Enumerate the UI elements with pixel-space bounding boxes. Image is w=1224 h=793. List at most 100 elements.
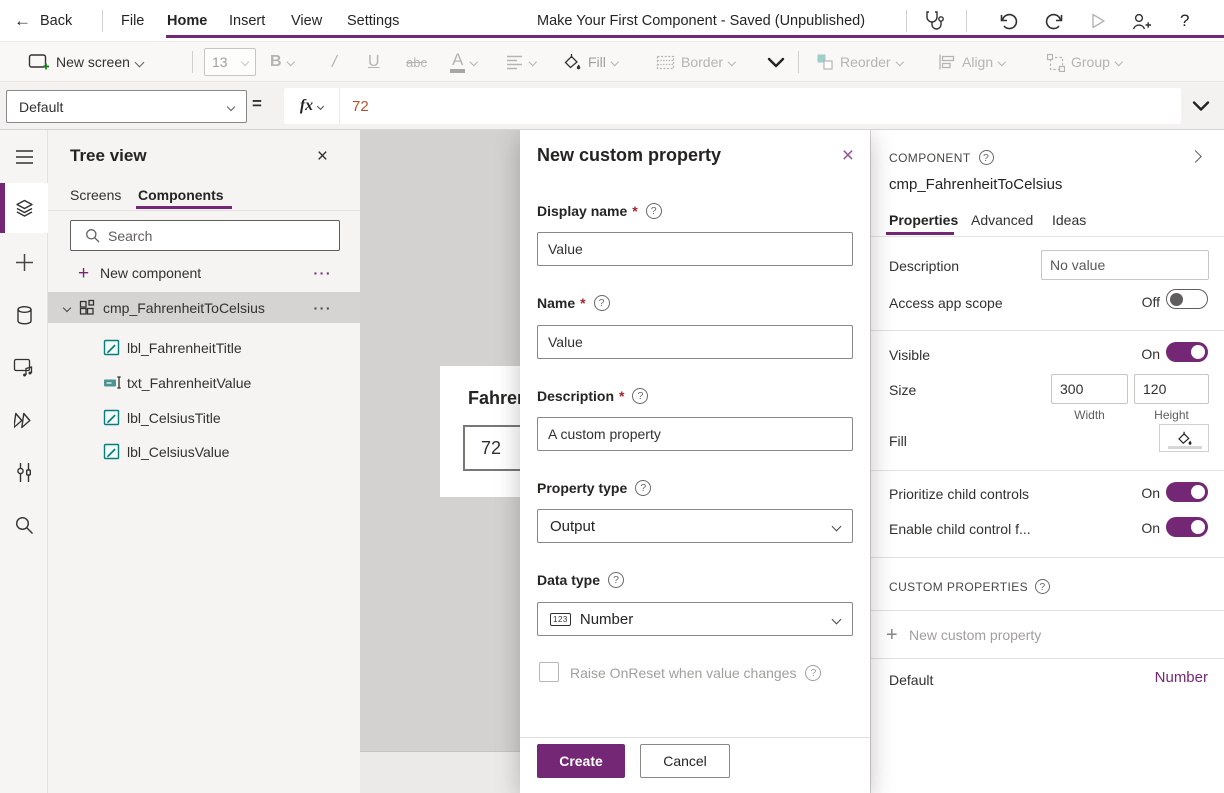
help-icon[interactable]: ? xyxy=(979,150,994,165)
expand-formula-bar-button[interactable] xyxy=(1190,99,1212,113)
default-property-value-link[interactable]: Number xyxy=(1155,669,1208,686)
align-objects-icon xyxy=(938,53,956,71)
create-button[interactable]: Create xyxy=(537,744,625,778)
new-component-row[interactable]: + New component ··· xyxy=(48,258,360,288)
raise-onreset-checkbox[interactable] xyxy=(539,662,559,682)
tree-item-label: cmp_FahrenheitToCelsius xyxy=(103,300,265,316)
tree-item-label-control[interactable]: lbl_CelsiusValue xyxy=(48,434,360,469)
height-input[interactable] xyxy=(1134,374,1209,404)
divider xyxy=(520,737,870,738)
chevron-down-icon xyxy=(470,58,478,66)
cancel-button[interactable]: Cancel xyxy=(640,744,730,778)
reorder-label: Reorder xyxy=(840,54,891,70)
fill-color-button[interactable] xyxy=(1159,424,1209,452)
tree-item-label: lbl_CelsiusValue xyxy=(127,444,229,460)
fx-dropdown[interactable]: fx xyxy=(284,88,340,124)
power-automate-rail-button[interactable] xyxy=(0,398,48,442)
divider xyxy=(871,470,1224,471)
data-type-select[interactable]: 123 Number xyxy=(537,602,853,636)
tree-item-label: lbl_CelsiusTitle xyxy=(127,410,221,426)
toolbar-overflow-button[interactable] xyxy=(766,42,786,82)
enable-child-control-label: Enable child control f... xyxy=(889,521,1031,537)
property-type-select[interactable]: Output xyxy=(537,509,853,543)
help-icon[interactable]: ? xyxy=(635,480,651,496)
redo-button[interactable] xyxy=(1044,0,1065,42)
label-control-icon xyxy=(103,443,120,460)
new-screen-icon xyxy=(28,52,50,72)
close-icon[interactable]: × xyxy=(317,147,328,166)
menu-settings[interactable]: Settings xyxy=(334,0,412,42)
component-section-label: COMPONENT xyxy=(889,151,971,165)
menu-insert[interactable]: Insert xyxy=(216,0,278,42)
name-input[interactable] xyxy=(537,325,853,359)
undo-button[interactable] xyxy=(998,0,1019,42)
tree-item-component[interactable]: cmp_FahrenheitToCelsius ··· xyxy=(48,292,360,323)
access-app-scope-toggle[interactable] xyxy=(1166,289,1208,309)
data-rail-button[interactable] xyxy=(0,293,48,337)
share-button[interactable] xyxy=(1130,0,1153,42)
chevron-down-icon[interactable] xyxy=(63,303,71,311)
prioritize-child-controls-toggle[interactable] xyxy=(1166,482,1208,502)
collapse-panel-icon[interactable] xyxy=(1189,150,1202,163)
redo-icon xyxy=(1044,11,1065,32)
new-screen-button[interactable]: New screen xyxy=(28,42,143,82)
close-icon[interactable]: × xyxy=(842,145,854,166)
search-input[interactable] xyxy=(108,228,339,244)
font-size-combo[interactable]: 13 xyxy=(204,42,256,82)
reorder-button[interactable]: Reorder xyxy=(816,42,902,82)
tab-ideas[interactable]: Ideas xyxy=(1052,212,1086,228)
more-options-icon[interactable]: ··· xyxy=(314,300,333,316)
property-selector[interactable]: Default xyxy=(6,90,247,123)
description-input[interactable] xyxy=(537,417,853,451)
visible-toggle[interactable] xyxy=(1166,342,1208,362)
tree-item-label-control[interactable]: lbl_CelsiusTitle xyxy=(48,400,360,435)
font-color-button[interactable]: A xyxy=(450,42,477,82)
display-name-input[interactable] xyxy=(537,232,853,266)
more-options-icon[interactable]: ··· xyxy=(314,265,333,281)
group-button[interactable]: Group xyxy=(1046,42,1121,82)
underline-button[interactable]: U xyxy=(368,42,380,82)
align-objects-button[interactable]: Align xyxy=(938,42,1005,82)
tree-view-rail-button[interactable] xyxy=(0,183,48,233)
new-custom-property-dialog: New custom property × Display name * ? N… xyxy=(520,130,870,793)
help-icon[interactable]: ? xyxy=(632,388,648,404)
border-button[interactable]: Border xyxy=(656,42,735,82)
prioritize-child-controls-label: Prioritize child controls xyxy=(889,486,1029,502)
display-name-field-label: Display name * ? xyxy=(537,203,662,219)
tree-search[interactable] xyxy=(70,220,340,251)
tab-advanced[interactable]: Advanced xyxy=(971,212,1033,228)
tree-item-textinput-control[interactable]: txt_FahrenheitValue xyxy=(48,365,360,400)
app-checker-button[interactable] xyxy=(922,0,946,42)
preview-button[interactable] xyxy=(1088,0,1108,42)
tab-components[interactable]: Components xyxy=(138,187,224,203)
fill-button[interactable]: Fill xyxy=(562,42,617,82)
description-input[interactable] xyxy=(1041,250,1209,280)
enable-child-control-toggle[interactable] xyxy=(1166,517,1208,537)
strikethrough-button[interactable]: abc xyxy=(406,42,427,82)
help-icon[interactable]: ? xyxy=(594,295,610,311)
new-custom-property-button[interactable]: + New custom property xyxy=(871,612,1224,658)
toggle-state-text: On xyxy=(1141,346,1160,362)
menu-file[interactable]: File xyxy=(108,0,157,42)
search-rail-button[interactable] xyxy=(0,503,48,547)
advanced-tools-rail-button[interactable] xyxy=(0,450,48,494)
help-button[interactable]: ? xyxy=(1180,0,1189,42)
bold-button[interactable]: B xyxy=(270,42,293,82)
italic-button[interactable]: / xyxy=(332,42,337,82)
insert-rail-button[interactable] xyxy=(0,240,48,284)
media-rail-button[interactable] xyxy=(0,345,48,389)
help-icon[interactable]: ? xyxy=(608,572,624,588)
property-type-field-label: Property type ? xyxy=(537,480,651,496)
menu-view[interactable]: View xyxy=(278,0,335,42)
help-icon[interactable]: ? xyxy=(646,203,662,219)
hamburger-menu-button[interactable] xyxy=(0,135,48,179)
tab-screens[interactable]: Screens xyxy=(70,187,121,203)
tree-item-label-control[interactable]: lbl_FahrenheitTitle xyxy=(48,330,360,365)
text-align-button[interactable] xyxy=(506,42,536,82)
help-icon[interactable]: ? xyxy=(805,665,821,681)
back-button[interactable]: ← Back xyxy=(14,0,72,42)
tab-properties[interactable]: Properties xyxy=(889,212,958,228)
help-icon[interactable]: ? xyxy=(1035,579,1050,594)
formula-input[interactable] xyxy=(340,88,1181,124)
width-input[interactable] xyxy=(1051,374,1128,404)
